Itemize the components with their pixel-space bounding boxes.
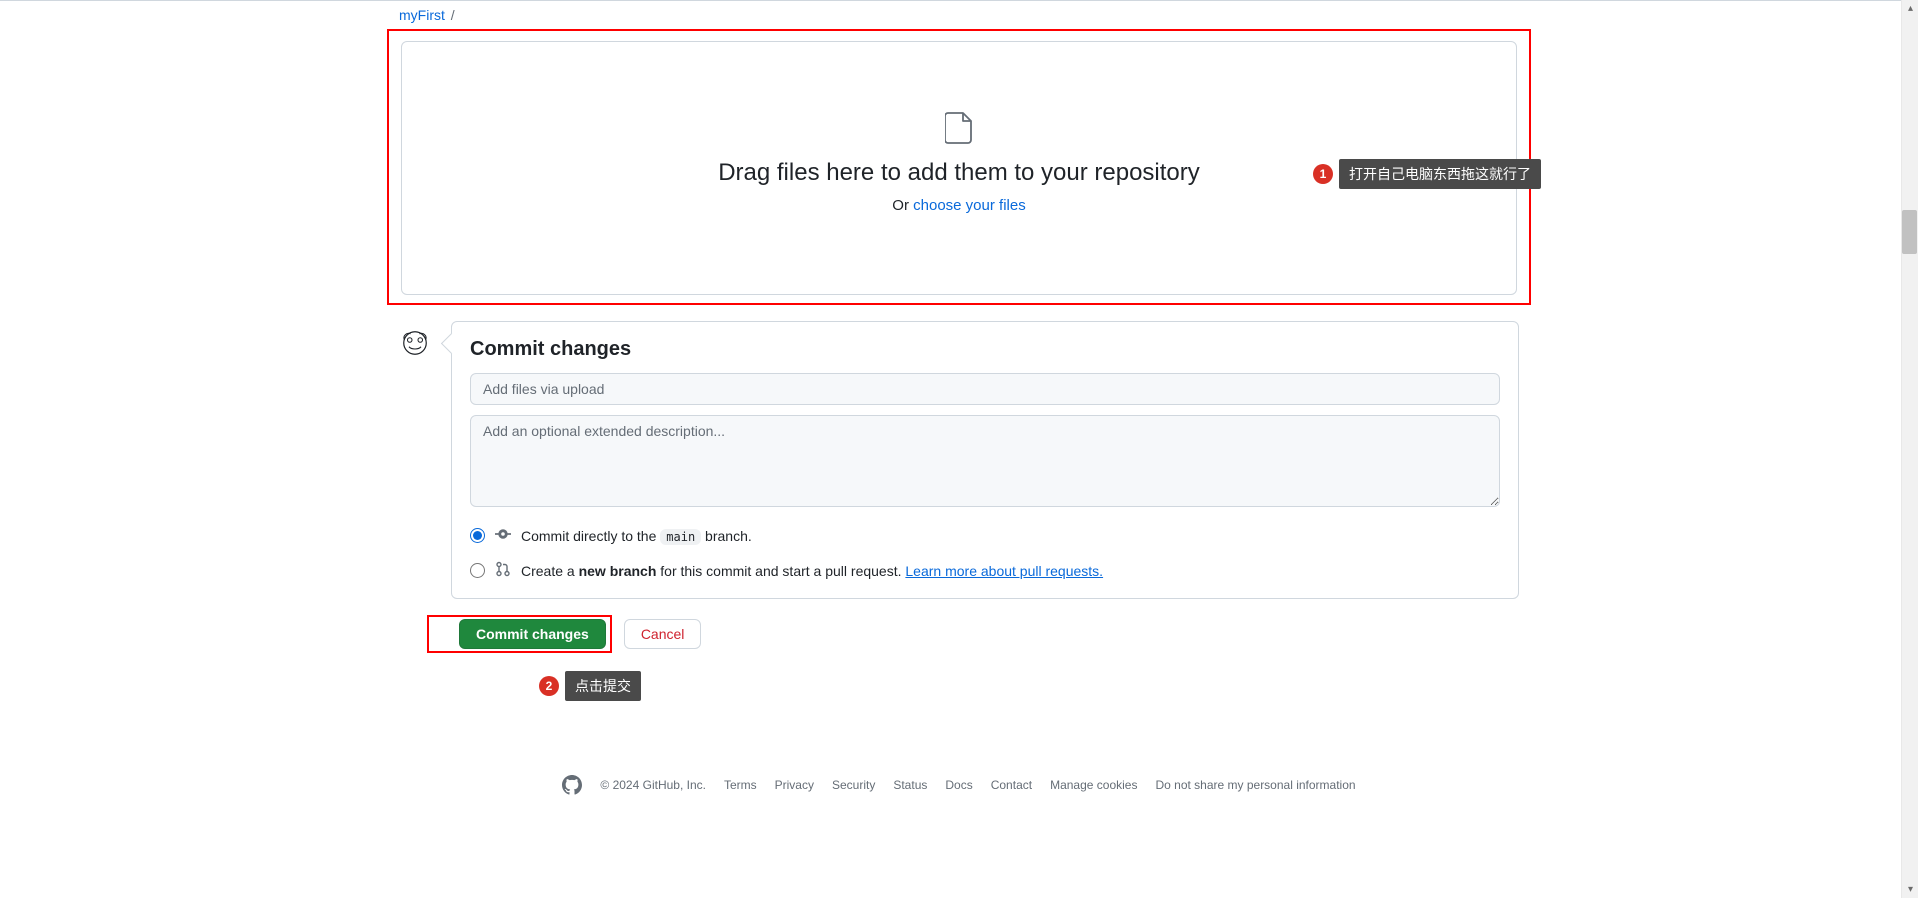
annotation-highlight-2: Commit changes [427, 615, 612, 653]
branch-badge: main [660, 529, 701, 545]
commit-heading: Commit changes [470, 338, 1500, 361]
github-logo-icon [562, 775, 582, 795]
commit-changes-button[interactable]: Commit changes [459, 619, 606, 649]
footer-link-cookies[interactable]: Manage cookies [1050, 778, 1137, 792]
dropzone-subtext: Or choose your files [422, 197, 1496, 214]
commit-summary-input[interactable] [470, 373, 1500, 405]
file-icon [945, 112, 973, 147]
git-commit-icon [495, 526, 511, 545]
footer-link-contact[interactable]: Contact [991, 778, 1032, 792]
breadcrumb-repo-link[interactable]: myFirst [399, 7, 445, 23]
commit-direct-label: Commit directly to the main branch. [521, 528, 752, 544]
scroll-up-button[interactable]: ▴ [1902, 0, 1918, 17]
footer-link-docs[interactable]: Docs [945, 778, 972, 792]
breadcrumb: myFirst / [399, 1, 1519, 27]
annotation-text-1: 打开自己电脑东西拖这就行了 [1339, 159, 1541, 189]
cancel-button[interactable]: Cancel [624, 619, 702, 649]
vertical-scrollbar[interactable]: ▴ ▾ [1901, 0, 1918, 898]
user-avatar [399, 327, 431, 359]
scroll-down-button[interactable]: ▾ [1902, 881, 1918, 898]
footer-link-donotshare[interactable]: Do not share my personal information [1155, 778, 1355, 792]
footer-link-status[interactable]: Status [893, 778, 927, 792]
dropzone-or: Or [892, 197, 913, 214]
commit-direct-radio[interactable] [470, 528, 485, 543]
commit-description-textarea[interactable] [470, 415, 1500, 507]
annotation-number-2: 2 [539, 676, 559, 696]
commit-newbranch-radio-row[interactable]: Create a new branch for this commit and … [470, 561, 1500, 580]
footer-link-terms[interactable]: Terms [724, 778, 757, 792]
annotation-callout-1: 1 打开自己电脑东西拖这就行了 [1313, 159, 1541, 189]
annotation-callout-2: 2 点击提交 [539, 671, 1519, 701]
pull-requests-learn-link[interactable]: Learn more about pull requests. [905, 563, 1103, 579]
commit-box: Commit changes Commit directly to the ma… [451, 321, 1519, 599]
choose-files-link[interactable]: choose your files [913, 197, 1026, 214]
annotation-highlight-1: Drag files here to add them to your repo… [387, 29, 1531, 305]
breadcrumb-separator: / [451, 7, 455, 23]
scrollbar-thumb[interactable] [1902, 210, 1917, 254]
annotation-text-2: 点击提交 [565, 671, 641, 701]
commit-direct-radio-row[interactable]: Commit directly to the main branch. [470, 526, 1500, 545]
annotation-number-1: 1 [1313, 164, 1333, 184]
footer-copyright: © 2024 GitHub, Inc. [600, 778, 706, 792]
footer: © 2024 GitHub, Inc. Terms Privacy Securi… [0, 757, 1918, 826]
commit-newbranch-label: Create a new branch for this commit and … [521, 563, 1103, 579]
footer-link-security[interactable]: Security [832, 778, 875, 792]
footer-link-privacy[interactable]: Privacy [775, 778, 814, 792]
git-pull-request-icon [495, 561, 511, 580]
commit-newbranch-radio[interactable] [470, 563, 485, 578]
